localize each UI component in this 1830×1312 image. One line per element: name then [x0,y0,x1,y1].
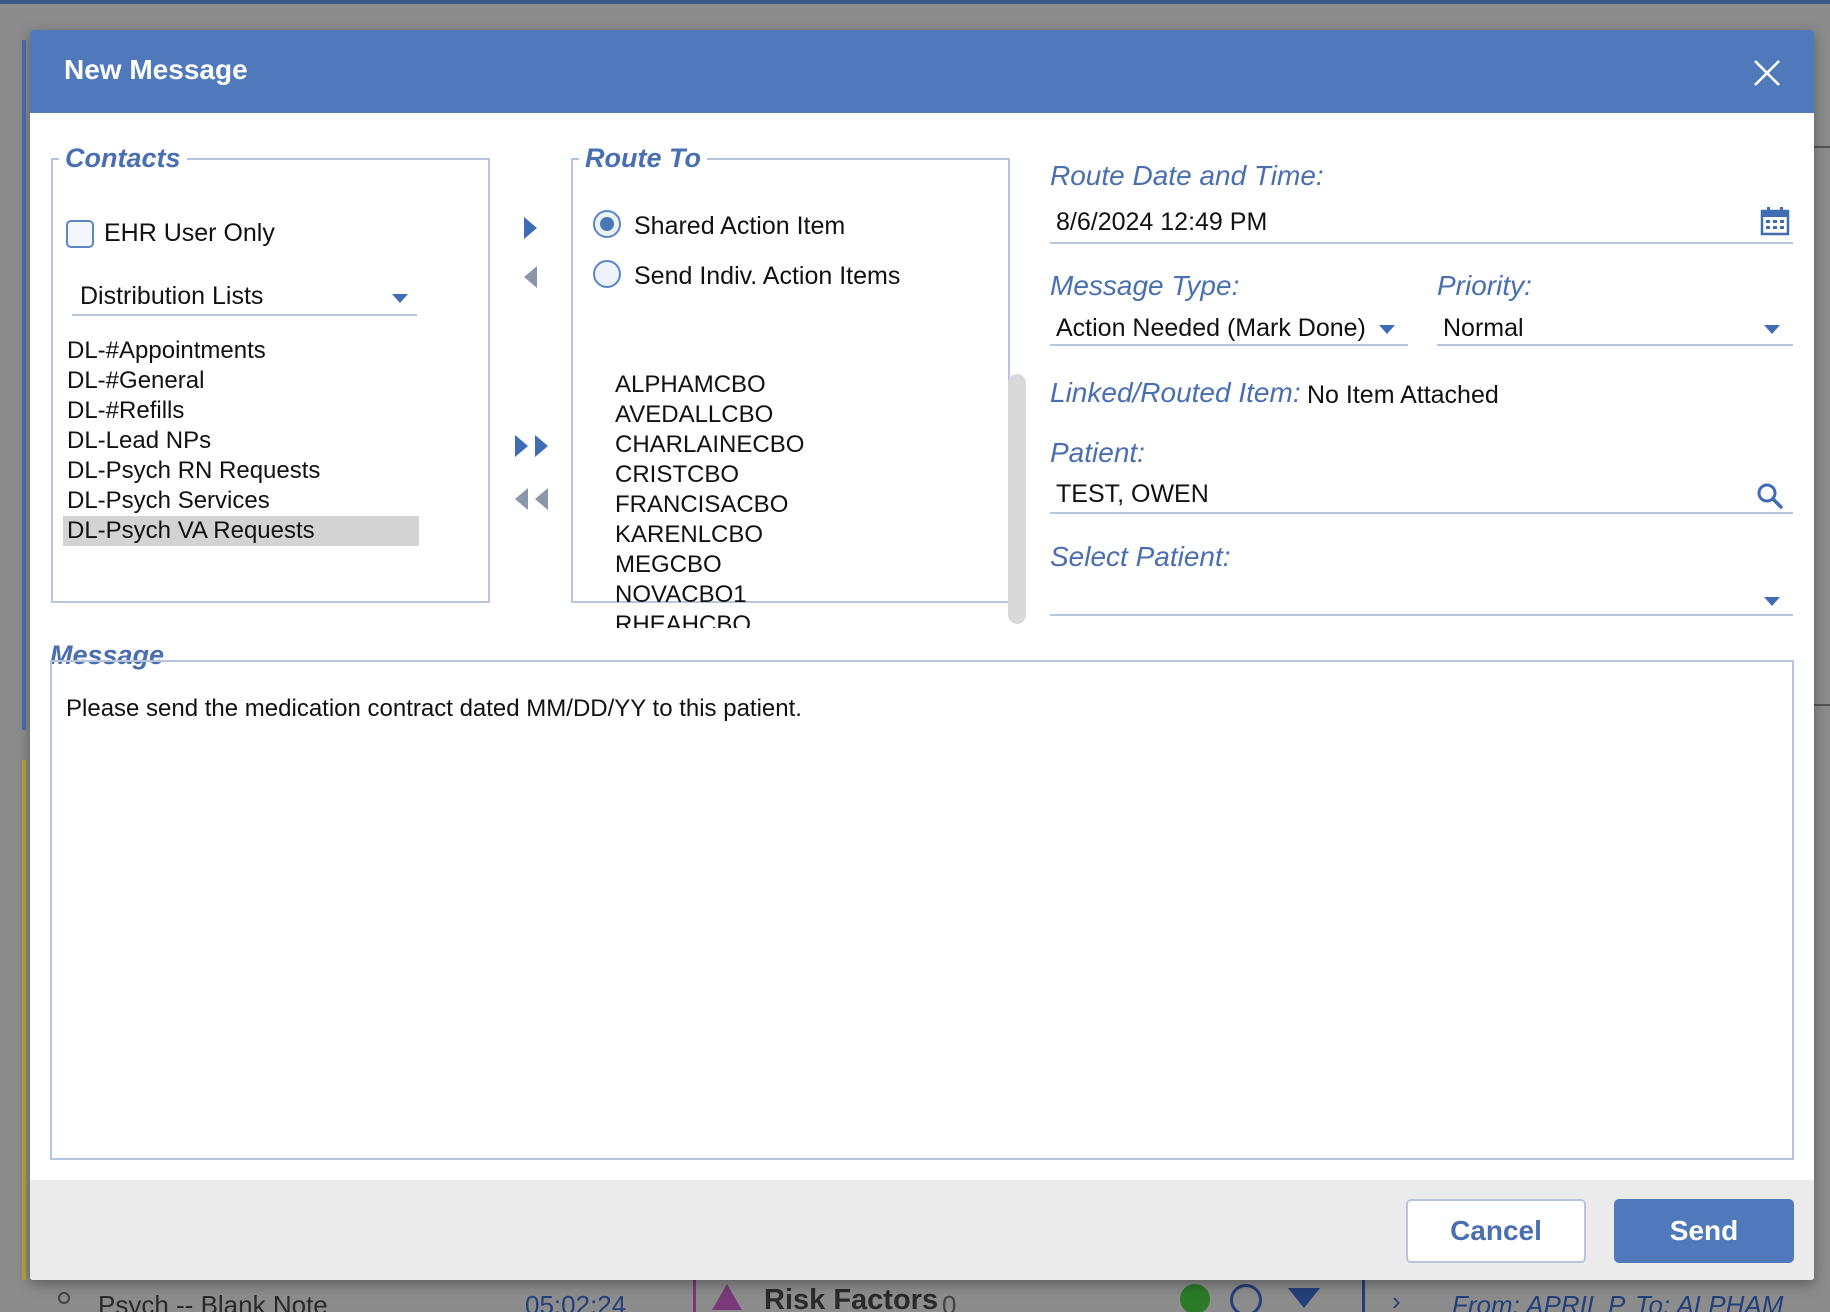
background-top-line [0,0,1830,4]
filter-icon [1288,1288,1320,1308]
background-left-bar-yellow [22,760,26,1300]
list-item[interactable]: FRANCISACBO [601,490,993,520]
add-all-arrow-icon-2[interactable] [535,435,548,457]
list-item[interactable]: CRISTCBO [601,460,993,490]
list-item[interactable]: RHEAHCBO [601,610,993,628]
priority-label: Priority: [1437,270,1532,301]
shared-action-item-label[interactable]: Shared Action Item [634,212,845,241]
list-item[interactable]: DL-Lead NPs [63,426,419,456]
route-date-value: 8/6/2024 12:49 PM [1056,208,1268,236]
remove-selected-arrow-icon[interactable] [524,266,537,288]
list-item[interactable]: NOVACBO1 [601,580,993,610]
send-indiv-action-items-label[interactable]: Send Indiv. Action Items [634,262,900,291]
cancel-button[interactable]: Cancel [1406,1199,1586,1263]
add-all-arrow-icon[interactable] [515,435,528,457]
message-type-value: Action Needed (Mark Done) [1056,314,1366,342]
search-icon[interactable] [1756,482,1784,510]
route-list-scrollbar[interactable] [1008,374,1026,624]
select-patient-label: Select Patient: [1050,541,1231,572]
list-item[interactable]: CHARLAINECBO [601,430,993,460]
chevron-down-icon [1379,325,1395,334]
warning-icon [712,1284,742,1310]
linked-item-label: Linked/Routed Item: [1050,377,1301,408]
send-indiv-action-items-radio[interactable] [593,260,621,288]
background-risk-count: 0 [942,1290,957,1312]
list-item[interactable]: DL-#General [63,366,419,396]
chevron-down-icon [1764,597,1780,606]
dialog-header: New Message [30,30,1814,113]
list-item[interactable]: MEGCBO [601,550,993,580]
add-icon [1180,1284,1210,1312]
linked-item-value: No Item Attached [1307,381,1499,409]
ehr-user-only-label[interactable]: EHR User Only [104,219,275,248]
background-left-bar [22,40,26,730]
route-to-legend: Route To [585,143,701,173]
remove-all-arrow-icon-2[interactable] [535,488,548,510]
background-risk-title: Risk Factors [764,1284,939,1312]
message-type-label: Message Type: [1050,270,1240,301]
new-message-dialog: New Message Contacts EHR User Only Distr… [30,30,1814,1280]
background-to: To: ALPHAM [1635,1290,1784,1312]
route-recipients-list[interactable]: ALPHAMCBO AVEDALLCBO CHARLAINECBO CRISTC… [601,370,993,628]
contact-list-type-select[interactable]: Distribution Lists [72,282,417,316]
background-divider [693,1280,696,1312]
priority-value: Normal [1443,314,1524,342]
history-icon [1230,1284,1262,1312]
close-icon [1754,60,1780,86]
chevron-right-icon: › [1392,1286,1401,1312]
route-date-label: Route Date and Time: [1050,160,1324,191]
calendar-icon[interactable] [1760,206,1790,236]
background-note-time: 05:02:24 [525,1290,627,1312]
background-bottom-strip: Psych -- Blank Note 05:02:24 Risk Factor… [0,1280,1830,1312]
contacts-legend: Contacts [65,143,181,173]
message-text: Please send the medication contract date… [66,695,802,722]
contact-list-type-value: Distribution Lists [80,282,264,310]
chevron-down-icon [392,294,408,303]
list-item[interactable]: DL-#Refills [63,396,419,426]
dialog-title: New Message [64,54,248,85]
contacts-list: DL-#Appointments DL-#General DL-#Refills… [63,336,419,546]
patient-value: TEST, OWEN [1056,480,1209,508]
list-item[interactable]: AVEDALLCBO [601,400,993,430]
ehr-user-only-checkbox[interactable] [66,220,94,248]
list-item[interactable]: DL-#Appointments [63,336,419,366]
background-note-title: Psych -- Blank Note [98,1290,328,1312]
bullet-icon [58,1292,70,1304]
patient-label: Patient: [1050,437,1145,468]
shared-action-item-radio[interactable] [593,210,621,238]
close-button[interactable] [1752,58,1782,88]
background-from: From: APRIL P [1452,1290,1626,1312]
list-item-selected[interactable]: DL-Psych VA Requests [63,516,419,546]
list-item[interactable]: ALPHAMCBO [601,370,993,400]
list-item[interactable]: KARENLCBO [601,520,993,550]
add-selected-arrow-icon[interactable] [524,217,537,239]
chevron-down-icon [1764,325,1780,334]
send-button[interactable]: Send [1614,1199,1794,1263]
background-right-bar [1812,146,1830,706]
remove-all-arrow-icon[interactable] [515,488,528,510]
list-item[interactable]: DL-Psych Services [63,486,419,516]
background-divider-2 [1362,1280,1365,1312]
message-textarea[interactable] [50,660,1794,1160]
select-patient-select[interactable] [1050,580,1793,616]
list-item[interactable]: DL-Psych RN Requests [63,456,419,486]
